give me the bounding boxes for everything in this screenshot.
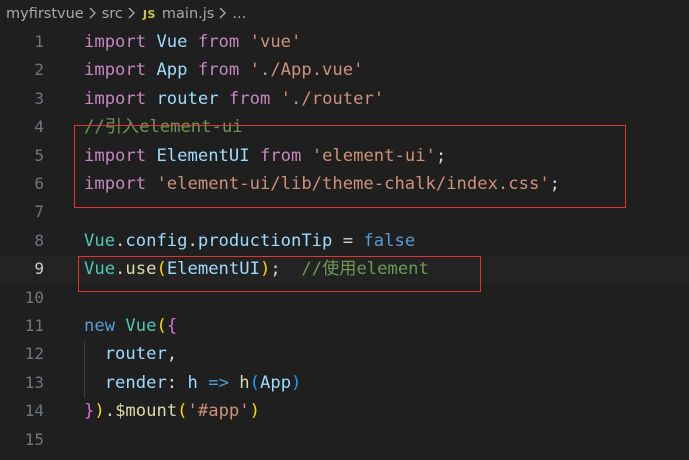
line-number: 15 [24, 429, 44, 449]
code-token: : [166, 372, 188, 393]
code-token: render [104, 372, 167, 393]
code-line[interactable]: 1 import Vue from 'vue' [0, 28, 689, 56]
breadcrumb-folder-myfirstvue[interactable]: myfirstvue [6, 6, 84, 22]
line-number: 13 [24, 372, 44, 392]
code-token: './App.vue' [249, 60, 364, 81]
code-line[interactable]: 3 import router from './router' [0, 85, 689, 113]
code-token: . [104, 401, 116, 422]
code-token: { [166, 316, 178, 336]
code-token: . [187, 230, 198, 251]
code-token: ) [249, 401, 260, 422]
line-number: 11 [24, 316, 44, 335]
code-text: import Vue from 'vue' [84, 28, 301, 56]
code-editor[interactable]: 15 14}).$mount('#app') 13 render: h => h(A… [0, 28, 689, 460]
code-token: h [239, 372, 250, 393]
code-token: . [115, 230, 126, 251]
breadcrumb-symbols-ellipsis[interactable]: ... [232, 6, 246, 22]
code-text: Vue.config.productionTip = false [84, 227, 415, 255]
code-token: h [187, 372, 198, 393]
code-text: import App from './App.vue' [84, 56, 363, 84]
line-number: 8 [34, 230, 44, 250]
code-text: new Vue({ [84, 312, 177, 340]
line-number: 1 [34, 32, 44, 51]
code-token: router [156, 88, 219, 109]
code-line[interactable]: 14}).$mount('#app') [0, 397, 689, 425]
code-token: router [104, 344, 167, 365]
line-number: 3 [34, 88, 44, 108]
code-token: import [84, 88, 147, 109]
chevron-right-icon [123, 6, 141, 22]
code-token: = [332, 230, 364, 251]
code-token: 'vue' [249, 32, 302, 52]
breadcrumb-folder-src[interactable]: src [102, 6, 123, 22]
code-line[interactable]: 2 import App from './App.vue' [0, 56, 689, 84]
code-token: ( [249, 372, 260, 393]
code-token: from [197, 32, 240, 52]
code-line[interactable]: 12 router, [0, 340, 689, 368]
code-token: $mount [115, 401, 178, 422]
annotation-box-vue-use [78, 256, 481, 292]
code-token: ) [94, 401, 105, 422]
code-text: }).$mount('#app') [84, 397, 260, 425]
code-token: '#app' [187, 401, 250, 422]
code-token: App [156, 60, 188, 81]
code-line[interactable]: 15 [0, 426, 689, 454]
line-number: 9 [34, 259, 44, 279]
line-number: 7 [34, 202, 44, 222]
indent-guide [84, 341, 85, 398]
code-token: productionTip [197, 230, 333, 251]
code-token: new [84, 316, 116, 336]
javascript-file-icon: JS [142, 7, 156, 21]
code-token: , [166, 344, 178, 365]
line-number: 4 [34, 117, 44, 137]
code-line[interactable]: 8 Vue.config.productionTip = false [0, 227, 689, 255]
breadcrumb: myfirstvue src JS main.js ... [0, 0, 689, 28]
line-number: 5 [34, 145, 44, 165]
chevron-right-icon [214, 6, 232, 22]
code-token: import [84, 60, 147, 81]
code-token: } [84, 401, 95, 422]
code-token: false [363, 230, 416, 251]
code-token: from [197, 60, 240, 81]
code-text: render: h => h(App) [84, 369, 302, 397]
code-token: './router' [280, 88, 385, 109]
code-token: => [208, 372, 229, 393]
line-number: 10 [24, 287, 44, 307]
code-token: from [228, 88, 271, 109]
code-token: Vue [156, 32, 188, 52]
code-token: import [84, 32, 147, 52]
code-token: App [260, 372, 292, 393]
code-token: Vue [84, 230, 116, 251]
code-line[interactable]: 11 new Vue({ [0, 312, 689, 340]
chevron-right-icon [84, 6, 102, 22]
code-token: ( [177, 401, 188, 422]
line-number: 12 [24, 344, 44, 364]
code-token: config [125, 230, 188, 251]
line-number: 2 [34, 60, 44, 80]
line-number: 6 [34, 174, 44, 193]
annotation-box-element-ui-import [74, 125, 626, 208]
breadcrumb-file-main-js[interactable]: main.js [162, 6, 214, 22]
code-token: Vue [125, 316, 157, 336]
code-token: ) [291, 372, 302, 393]
code-text: router, [84, 340, 177, 368]
code-token: ( [156, 316, 167, 336]
code-line[interactable]: 13 render: h => h(App) [0, 369, 689, 397]
line-number: 14 [24, 401, 44, 421]
code-text: import router from './router' [84, 85, 384, 113]
